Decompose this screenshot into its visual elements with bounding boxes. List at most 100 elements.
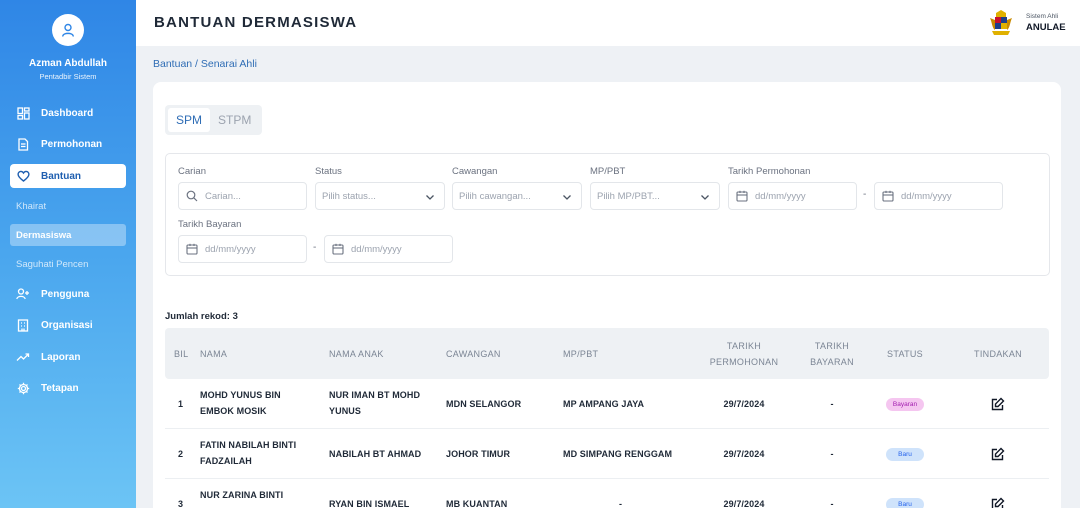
cawangan-placeholder: Pilih cawangan... <box>459 190 531 202</box>
trending-up-icon <box>16 350 30 364</box>
calendar-icon <box>331 242 345 256</box>
col-header-status: STATUS <box>887 349 923 359</box>
filter-panel: Carian Carian... Status Pilih status... … <box>165 153 1050 276</box>
status-badge: Bayaran <box>886 398 924 411</box>
user-name: Azman Abdullah <box>29 58 107 69</box>
nav-item-permohonan[interactable]: Permohonan <box>10 132 126 156</box>
status-placeholder: Pilih status... <box>322 190 376 202</box>
filter-label-carian: Carian <box>178 166 206 177</box>
table-row[interactable]: 3 NUR ZARINA BINTI RYAN BIN ISMAEL MB KU… <box>165 479 1049 508</box>
cell-bil: 1 <box>178 399 184 409</box>
nav-item-organisasi[interactable]: Organisasi <box>10 313 126 337</box>
cell-tarikh-permohonan: 29/7/2024 <box>723 449 765 459</box>
calendar-icon <box>735 189 749 203</box>
crest-logo <box>990 10 1012 35</box>
table-row[interactable]: 1 MOHD YUNUS BIN EMBOK MOSIK NUR IMAN BT… <box>165 379 1049 429</box>
tarikh-permohonan-from[interactable]: dd/mm/yyyy <box>728 182 857 210</box>
edit-icon[interactable] <box>991 397 1005 411</box>
avatar[interactable] <box>52 14 84 46</box>
col-header-tindakan: TINDAKAN <box>974 349 1022 359</box>
user-role: Pentadbir Sistem <box>39 72 97 81</box>
cell-nama-line2: EMBOK MOSIK <box>200 406 267 416</box>
mppbt-select[interactable]: Pilih MP/PBT... <box>590 182 720 210</box>
cell-tarikh-permohonan: 29/7/2024 <box>723 499 765 508</box>
level-tabs: SPM STPM <box>165 105 263 135</box>
nav-item-laporan[interactable]: Laporan <box>10 345 126 369</box>
tarikh-bayaran-from[interactable]: dd/mm/yyyy <box>178 235 307 263</box>
system-label: Sistem Ahli <box>1026 13 1059 20</box>
gear-icon <box>16 381 30 395</box>
nav-label-laporan: Laporan <box>41 351 81 363</box>
cell-nama-anak: NABILAH BT AHMAD <box>329 449 422 459</box>
cell-nama-line1: MOHD YUNUS BIN <box>200 390 281 400</box>
col-header-bil: BIL <box>174 349 189 359</box>
tarikh-bayaran-to-placeholder: dd/mm/yyyy <box>351 243 402 255</box>
nav-label-tetapan: Tetapan <box>41 382 79 394</box>
calendar-icon <box>881 189 895 203</box>
cell-mppbt: MD SIMPANG RENGGAM <box>563 449 673 459</box>
col-header-tarikh-permohonan: TARIKH PERMOHONAN <box>700 338 788 370</box>
nav-label-permohonan: Permohonan <box>41 138 103 150</box>
user-plus-icon <box>16 287 30 301</box>
user-icon <box>62 23 74 37</box>
chevron-down-icon <box>426 195 434 200</box>
table-row[interactable]: 2 FATIN NABILAH BINTI FADZAILAH NABILAH … <box>165 429 1049 479</box>
cell-mppbt: MP AMPANG JAYA <box>563 399 645 409</box>
nav-label-bantuan: Bantuan <box>41 170 81 182</box>
tarikh-bayaran-from-placeholder: dd/mm/yyyy <box>205 243 256 255</box>
breadcrumb[interactable]: Bantuan / Senarai Ahli <box>153 58 257 70</box>
range-separator: - <box>863 189 867 200</box>
nav-item-pengguna[interactable]: Pengguna <box>10 282 126 306</box>
edit-icon[interactable] <box>991 497 1005 508</box>
nav-sub-dermasiswa[interactable]: Dermasiswa <box>10 224 126 246</box>
mppbt-placeholder: Pilih MP/PBT... <box>597 190 660 202</box>
cell-tarikh-bayaran: - <box>830 449 834 459</box>
chevron-down-icon <box>563 195 571 200</box>
document-icon <box>16 137 30 151</box>
cell-nama-anak-line2: YUNUS <box>329 406 362 416</box>
cell-nama-anak: NUR IMAN BT MOHD YUNUS <box>329 387 420 419</box>
col-header-tarikh-bayaran-line1: TARIKH <box>814 341 850 351</box>
main-card: SPM STPM Carian Carian... Status Pilih s… <box>153 82 1061 508</box>
cell-nama: FATIN NABILAH BINTI FADZAILAH <box>200 437 296 469</box>
range-separator: - <box>313 242 317 253</box>
chevron-down-icon <box>701 195 709 200</box>
cawangan-select[interactable]: Pilih cawangan... <box>452 182 582 210</box>
nav-sub-khairat[interactable]: Khairat <box>10 195 126 217</box>
cell-bil: 2 <box>178 449 184 459</box>
status-select[interactable]: Pilih status... <box>315 182 445 210</box>
cell-nama: MOHD YUNUS BIN EMBOK MOSIK <box>200 387 281 419</box>
cell-cawangan: MDN SELANGOR <box>446 399 522 409</box>
col-header-tarikh-permohonan-line1: TARIKH <box>726 341 762 351</box>
tarikh-bayaran-to[interactable]: dd/mm/yyyy <box>324 235 453 263</box>
cell-nama-line2: FADZAILAH <box>200 456 252 466</box>
building-icon <box>16 318 30 332</box>
tab-stpm[interactable]: STPM <box>210 108 259 132</box>
filter-label-mppbt: MP/PBT <box>590 166 626 177</box>
status-badge: Baru <box>886 498 924 508</box>
table-header: BIL NAMA NAMA ANAK CAWANGAN MP/PBT TARIK… <box>165 328 1049 379</box>
cell-bil: 3 <box>178 499 184 508</box>
page-title: BANTUAN DERMASISWA <box>154 14 358 31</box>
cell-tarikh-permohonan: 29/7/2024 <box>723 399 765 409</box>
tarikh-permohonan-from-placeholder: dd/mm/yyyy <box>755 190 806 202</box>
search-icon <box>185 189 199 203</box>
nav-item-dashboard[interactable]: Dashboard <box>10 101 126 125</box>
col-header-tarikh-permohonan-line2: PERMOHONAN <box>709 357 779 367</box>
search-placeholder: Carian... <box>205 190 241 202</box>
search-input[interactable]: Carian... <box>178 182 307 210</box>
status-badge: Baru <box>886 448 924 461</box>
nav-item-bantuan[interactable]: Bantuan <box>10 164 126 188</box>
nav-item-tetapan[interactable]: Tetapan <box>10 376 126 400</box>
cell-mppbt: - <box>618 499 623 508</box>
cell-tarikh-bayaran: - <box>830 399 834 409</box>
tarikh-permohonan-to-placeholder: dd/mm/yyyy <box>901 190 952 202</box>
col-header-nama: NAMA <box>200 349 228 359</box>
cell-cawangan: JOHOR TIMUR <box>446 449 511 459</box>
col-header-nama-anak: NAMA ANAK <box>329 349 384 359</box>
cell-nama-anak-line1: NUR IMAN BT MOHD <box>329 390 421 400</box>
tarikh-permohonan-to[interactable]: dd/mm/yyyy <box>874 182 1003 210</box>
tab-spm[interactable]: SPM <box>168 108 211 132</box>
nav-sub-saguhati-pencen[interactable]: Saguhati Pencen <box>10 253 126 275</box>
edit-icon[interactable] <box>991 447 1005 461</box>
